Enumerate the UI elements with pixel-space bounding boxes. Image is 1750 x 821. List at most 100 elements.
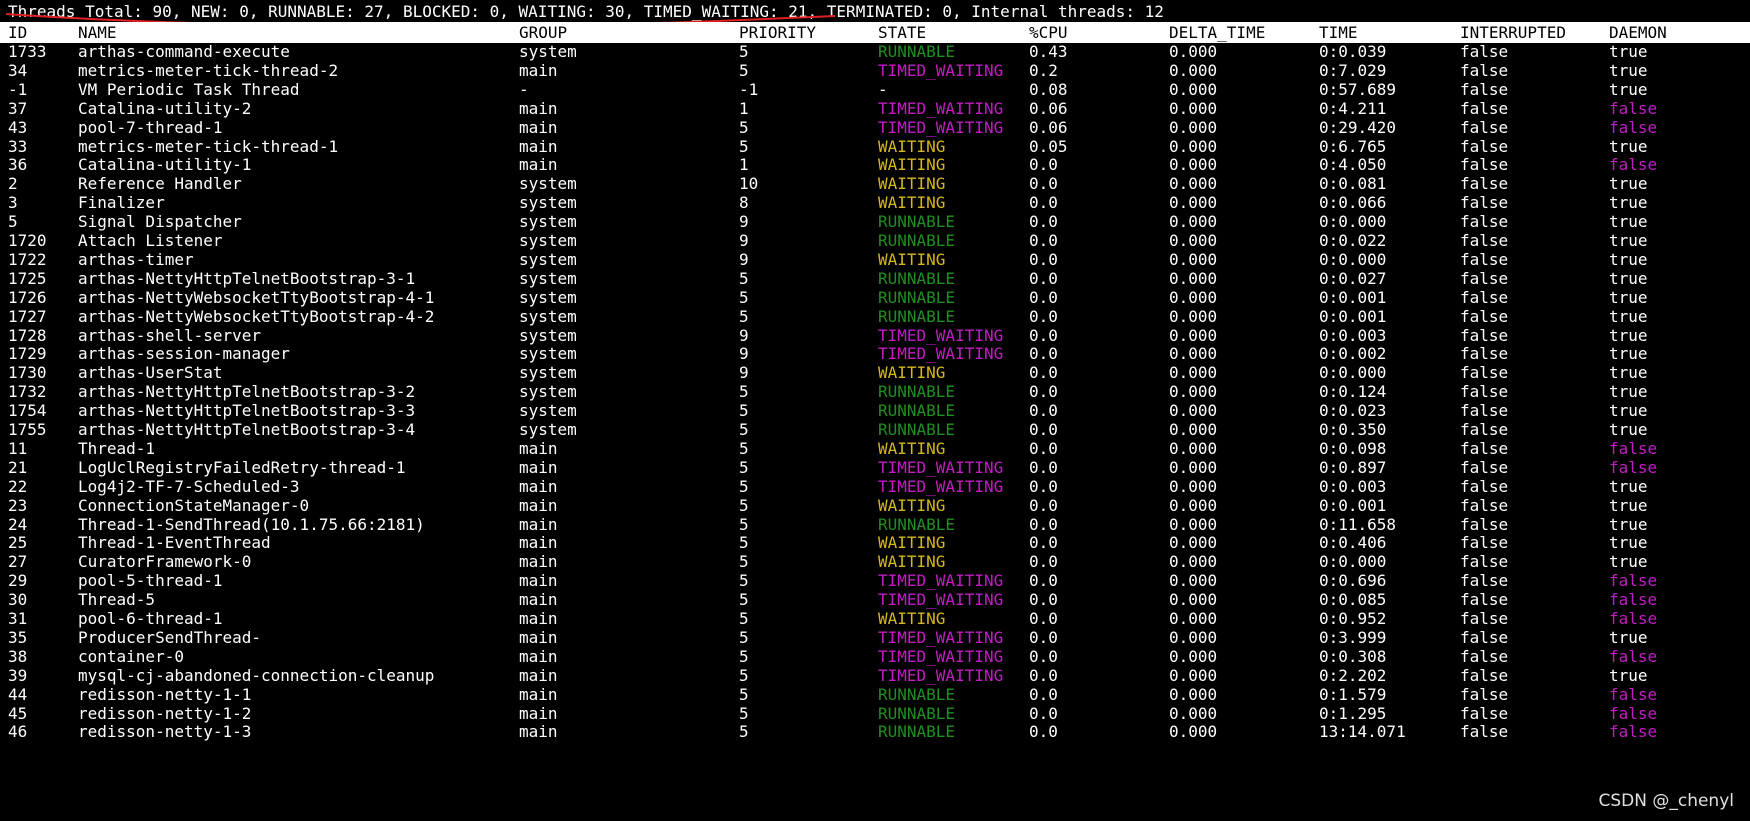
- table-row: 39 mysql-cj-abandoned-connection-cleanup m…: [0, 665, 1750, 686]
- cell-interrupted: false: [1460, 325, 1509, 345]
- cell-time: 0:0.001: [1319, 306, 1387, 326]
- cell-daemon: false: [1609, 722, 1658, 742]
- cell-name: mysql-cj-abandoned-connection-cleanup: [78, 665, 435, 685]
- cell-priority: 9: [739, 325, 749, 345]
- cell-state: RUNNABLE: [878, 42, 956, 61]
- cell-time: 0:1.579: [1319, 684, 1387, 704]
- cell-group: -: [519, 79, 529, 99]
- cell-cpu: 0.0: [1029, 268, 1058, 288]
- cell-interrupted: false: [1460, 306, 1509, 326]
- cell-state: -: [878, 79, 888, 99]
- cell-cpu: 0.0: [1029, 306, 1058, 326]
- cell-daemon: false: [1609, 155, 1658, 175]
- cell-cpu: 0.0: [1029, 533, 1058, 553]
- cell-cpu: 0.0: [1029, 420, 1058, 439]
- cell-daemon: true: [1609, 287, 1648, 307]
- cell-name: arthas-shell-server: [78, 325, 262, 345]
- cell-name: arthas-NettyWebsocketTtyBootstrap-4-2: [78, 306, 435, 326]
- cell-state: RUNNABLE: [878, 287, 956, 307]
- header-cpu: %CPU: [1029, 23, 1068, 42]
- cell-daemon: true: [1609, 136, 1648, 156]
- cell-group: main: [519, 684, 558, 704]
- cell-id: 30: [8, 590, 28, 610]
- cell-delta-time: 0.000: [1169, 325, 1218, 345]
- cell-state: RUNNABLE: [878, 684, 956, 704]
- cell-state: RUNNABLE: [878, 231, 956, 250]
- cell-cpu: 0.05: [1029, 136, 1068, 156]
- cell-priority: 5: [739, 609, 749, 628]
- table-row: 44 redisson-netty-1-1 main 5 RUNNABLE 0.0 0.00…: [0, 684, 1750, 705]
- cell-interrupted: false: [1460, 420, 1509, 439]
- watermark: CSDN @_chenyl: [1598, 791, 1734, 811]
- cell-interrupted: false: [1460, 287, 1509, 307]
- header-name: NAME: [78, 23, 117, 42]
- cell-group: main: [519, 722, 558, 742]
- cell-state: WAITING: [878, 136, 946, 156]
- cell-group: system: [519, 212, 577, 232]
- table-row: 22 Log4j2-TF-7-Scheduled-3 main 5 TIMED_WAIT…: [0, 476, 1750, 497]
- cell-time: 0:4.050: [1319, 155, 1387, 175]
- cell-state: RUNNABLE: [878, 268, 956, 288]
- cell-id: 1728: [8, 325, 47, 345]
- cell-id: 44: [8, 684, 28, 704]
- cell-interrupted: false: [1460, 514, 1509, 534]
- cell-interrupted: false: [1460, 590, 1509, 610]
- table-row: 5 Signal Dispatcher system 9 RUNNABLE 0.0 0.00…: [0, 212, 1750, 232]
- cell-id: -1: [8, 79, 28, 99]
- cell-group: main: [519, 98, 558, 118]
- cell-priority: 5: [739, 117, 749, 137]
- cell-group: main: [519, 646, 558, 666]
- cell-id: 22: [8, 476, 28, 496]
- cell-time: 0:0.003: [1319, 476, 1387, 496]
- cell-priority: 5: [739, 684, 749, 704]
- cell-interrupted: false: [1460, 495, 1509, 515]
- cell-interrupted: false: [1460, 155, 1509, 175]
- cell-priority: 1: [739, 155, 749, 175]
- cell-name: LogUclRegistryFailedRetry-thread-1: [78, 457, 406, 477]
- cell-id: 38: [8, 646, 28, 666]
- cell-group: main: [519, 155, 558, 175]
- cell-cpu: 0.0: [1029, 722, 1058, 742]
- table-row: 37 Catalina-utility-2 main 1 TIMED_WAITING 0.…: [0, 98, 1750, 119]
- cell-priority: 5: [739, 722, 749, 742]
- cell-priority: -1: [739, 79, 759, 99]
- cell-time: 0:0.098: [1319, 438, 1387, 458]
- cell-state: WAITING: [878, 495, 946, 515]
- cell-priority: 5: [739, 268, 749, 288]
- cell-group: main: [519, 476, 558, 496]
- cell-priority: 5: [739, 495, 749, 515]
- table-header: ID NAME GROUP PRIORITY STATE %CPU DELTA_…: [0, 22, 1750, 43]
- cell-daemon: false: [1609, 98, 1658, 118]
- cell-cpu: 0.0: [1029, 571, 1058, 591]
- cell-cpu: 0.0: [1029, 193, 1058, 213]
- cell-name: redisson-netty-1-3: [78, 722, 252, 742]
- cell-state: TIMED_WAITING: [878, 325, 1004, 345]
- cell-name: redisson-netty-1-1: [78, 684, 252, 704]
- cell-name: Catalina-utility-1: [78, 155, 252, 175]
- cell-delta-time: 0.000: [1169, 703, 1218, 723]
- cell-cpu: 0.0: [1029, 231, 1058, 250]
- cell-priority: 5: [739, 60, 749, 80]
- cell-daemon: true: [1609, 325, 1648, 345]
- cell-cpu: 0.0: [1029, 646, 1058, 666]
- cell-state: WAITING: [878, 533, 946, 553]
- table-row: 30 Thread-5 main 5 TIMED_WAITING 0.0 0.000 0:0.…: [0, 590, 1750, 610]
- cell-delta-time: 0.000: [1169, 249, 1218, 269]
- cell-priority: 5: [739, 382, 749, 402]
- cell-state: WAITING: [878, 363, 946, 383]
- cell-state: WAITING: [878, 552, 946, 572]
- cell-priority: 5: [739, 533, 749, 553]
- cell-state: WAITING: [878, 609, 946, 628]
- cell-name: VM Periodic Task Thread: [78, 79, 300, 99]
- cell-cpu: 0.0: [1029, 590, 1058, 610]
- cell-delta-time: 0.000: [1169, 476, 1218, 496]
- cell-group: main: [519, 571, 558, 591]
- cell-daemon: false: [1609, 684, 1658, 704]
- cell-priority: 9: [739, 363, 749, 383]
- cell-priority: 9: [739, 231, 749, 250]
- cell-state: TIMED_WAITING: [878, 590, 1004, 610]
- cell-state: RUNNABLE: [878, 401, 956, 421]
- cell-name: Attach Listener: [78, 231, 223, 250]
- cell-cpu: 0.06: [1029, 117, 1068, 137]
- cell-daemon: true: [1609, 627, 1648, 647]
